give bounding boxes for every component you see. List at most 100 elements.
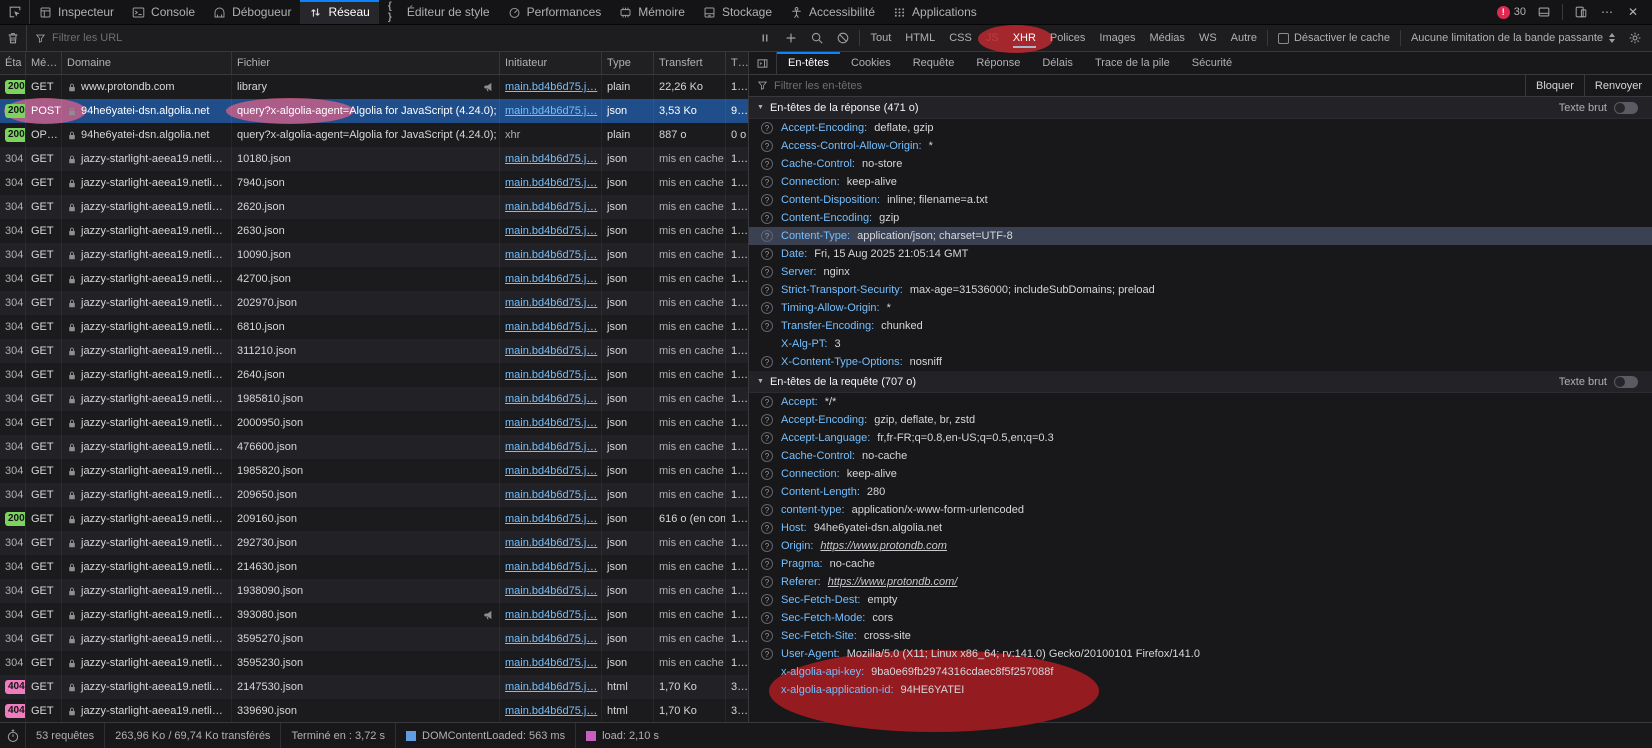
header-row[interactable]: ?Transfer-Encoding:chunked	[749, 317, 1652, 335]
header-row[interactable]: ?Content-Length:280	[749, 483, 1652, 501]
request-row[interactable]: 304GETjazzy-starlight-aeea19.netli…39308…	[0, 603, 748, 627]
block-url-button[interactable]	[830, 25, 856, 51]
column-header-7[interactable]: T…	[726, 52, 748, 74]
column-header-2[interactable]: Domaine	[62, 52, 232, 74]
pause-recording-button[interactable]	[752, 25, 778, 51]
raw-toggle-switch[interactable]	[1614, 376, 1638, 388]
initiator-link[interactable]: main.bd4b6d75.j…	[505, 225, 597, 237]
header-row[interactable]: ?Sec-Fetch-Dest:empty	[749, 591, 1652, 609]
column-header-0[interactable]: Éta	[0, 52, 26, 74]
header-row[interactable]: ?Host:94he6yatei-dsn.algolia.net	[749, 519, 1652, 537]
header-row[interactable]: ?X-Content-Type-Options:nosniff	[749, 353, 1652, 371]
header-row[interactable]: ?Accept-Language:fr,fr-FR;q=0.8,en-US;q=…	[749, 429, 1652, 447]
network-settings-button[interactable]	[1622, 25, 1648, 51]
resend-button[interactable]: Renvoyer	[1584, 75, 1652, 96]
column-header-1[interactable]: Mé…	[26, 52, 62, 74]
performance-analysis-button[interactable]	[0, 723, 26, 748]
type-filter-polices[interactable]: Polices	[1043, 29, 1092, 48]
header-value[interactable]: https://www.protondb.com	[820, 540, 947, 552]
header-row[interactable]: ?Accept-Encoding:gzip, deflate, br, zstd	[749, 411, 1652, 429]
toolbox-tab-stockage[interactable]: Stockage	[694, 0, 781, 24]
column-header-6[interactable]: Transfert	[654, 52, 726, 74]
request-row[interactable]: 304GETjazzy-starlight-aeea19.netli…10180…	[0, 147, 748, 171]
initiator-link[interactable]: main.bd4b6d75.j…	[505, 393, 597, 405]
new-request-button[interactable]	[778, 25, 804, 51]
split-console-button[interactable]	[1533, 1, 1555, 23]
toolbox-tab-inspecteur[interactable]: Inspecteur	[30, 0, 123, 24]
header-row[interactable]: x-algolia-api-key:9ba0e69fb2974316cdaec8…	[749, 663, 1652, 681]
initiator-link[interactable]: main.bd4b6d75.j…	[505, 297, 597, 309]
request-row[interactable]: 404GETjazzy-starlight-aeea19.netli…33969…	[0, 699, 748, 722]
initiator-link[interactable]: main.bd4b6d75.j…	[505, 657, 597, 669]
request-row[interactable]: 304GETjazzy-starlight-aeea19.netli…19858…	[0, 459, 748, 483]
request-row[interactable]: 200OP…94he6yatei-dsn.algolia.netquery?x-…	[0, 123, 748, 147]
type-filter-médias[interactable]: Médias	[1142, 29, 1191, 48]
column-header-3[interactable]: Fichier	[232, 52, 500, 74]
toolbox-tab-applications[interactable]: Applications	[884, 0, 986, 24]
toolbox-menu-button[interactable]: ⋯	[1596, 1, 1618, 23]
header-row[interactable]: ?Cache-Control:no-cache	[749, 447, 1652, 465]
header-row[interactable]: ?Origin:https://www.protondb.com	[749, 537, 1652, 555]
header-row[interactable]: ?User-Agent:Mozilla/5.0 (X11; Linux x86_…	[749, 645, 1652, 663]
headers-filter-input[interactable]	[774, 80, 1525, 92]
header-row[interactable]: ?Accept:*/*	[749, 393, 1652, 411]
initiator-link[interactable]: main.bd4b6d75.j…	[505, 633, 597, 645]
initiator-link[interactable]: main.bd4b6d75.j…	[505, 609, 597, 621]
type-filter-ws[interactable]: WS	[1192, 29, 1224, 48]
request-row[interactable]: 304GETjazzy-starlight-aeea19.netli…47660…	[0, 435, 748, 459]
header-row[interactable]: ?Content-Disposition:inline; filename=a.…	[749, 191, 1652, 209]
request-row[interactable]: 304GETjazzy-starlight-aeea19.netli…35952…	[0, 627, 748, 651]
header-row[interactable]: ?content-type:application/x-www-form-url…	[749, 501, 1652, 519]
header-row[interactable]: ?Connection:keep-alive	[749, 465, 1652, 483]
type-filter-css[interactable]: CSS	[942, 29, 979, 48]
toolbox-tab-console[interactable]: Console	[123, 0, 204, 24]
header-row[interactable]: ?Connection:keep-alive	[749, 173, 1652, 191]
request-row[interactable]: 304GETjazzy-starlight-aeea19.netli…20965…	[0, 483, 748, 507]
element-picker-button[interactable]	[0, 0, 30, 24]
initiator-link[interactable]: main.bd4b6d75.j…	[505, 417, 597, 429]
request-row[interactable]: 304GETjazzy-starlight-aeea19.netli…20009…	[0, 411, 748, 435]
toolbox-tab-debogueur[interactable]: Débogueur	[204, 0, 300, 24]
responsive-mode-button[interactable]	[1570, 1, 1592, 23]
request-row[interactable]: 304GETjazzy-starlight-aeea19.netli…19858…	[0, 387, 748, 411]
column-header-5[interactable]: Type	[602, 52, 654, 74]
close-devtools-button[interactable]: ✕	[1622, 1, 1644, 23]
initiator-link[interactable]: main.bd4b6d75.j…	[505, 105, 597, 117]
initiator-link[interactable]: main.bd4b6d75.j…	[505, 153, 597, 165]
request-row[interactable]: 304GETjazzy-starlight-aeea19.netli…20297…	[0, 291, 748, 315]
initiator-link[interactable]: main.bd4b6d75.j…	[505, 345, 597, 357]
request-row[interactable]: 304GETjazzy-starlight-aeea19.netli…7940.…	[0, 171, 748, 195]
url-filter-input[interactable]	[52, 32, 752, 44]
header-row[interactable]: ?Access-Control-Allow-Origin:*	[749, 137, 1652, 155]
request-row[interactable]: 200POST94he6yatei-dsn.algolia.netquery?x…	[0, 99, 748, 123]
header-row[interactable]: ?Content-Encoding:gzip	[749, 209, 1652, 227]
header-row[interactable]: ?Server:nginx	[749, 263, 1652, 281]
request-row[interactable]: 200GETwww.protondb.comlibrarymain.bd4b6d…	[0, 75, 748, 99]
request-row[interactable]: 304GETjazzy-starlight-aeea19.netli…31121…	[0, 339, 748, 363]
initiator-link[interactable]: main.bd4b6d75.j…	[505, 249, 597, 261]
disable-cache-control[interactable]: Désactiver le cache	[1271, 32, 1397, 44]
type-filter-html[interactable]: HTML	[898, 29, 942, 48]
header-row[interactable]: x-algolia-application-id:94HE6YATEI	[749, 681, 1652, 699]
search-button[interactable]	[804, 25, 830, 51]
details-tab-cookies[interactable]: Cookies	[840, 52, 902, 74]
toolbox-tab-performances[interactable]: Performances	[499, 0, 611, 24]
request-row[interactable]: 404GETjazzy-starlight-aeea19.netli…21475…	[0, 675, 748, 699]
type-filter-js[interactable]: JS	[979, 29, 1006, 48]
initiator-link[interactable]: main.bd4b6d75.j…	[505, 585, 597, 597]
request-row[interactable]: 200GETjazzy-starlight-aeea19.netli…20916…	[0, 507, 748, 531]
header-row[interactable]: ?Date:Fri, 15 Aug 2025 21:05:14 GMT	[749, 245, 1652, 263]
details-tab-requ-te[interactable]: Requête	[902, 52, 966, 74]
header-row[interactable]: ?Timing-Allow-Origin:*	[749, 299, 1652, 317]
details-tab-s-curit-[interactable]: Sécurité	[1181, 52, 1243, 74]
initiator-link[interactable]: main.bd4b6d75.j…	[505, 561, 597, 573]
initiator-link[interactable]: main.bd4b6d75.j…	[505, 321, 597, 333]
request-row[interactable]: 304GETjazzy-starlight-aeea19.netli…2620.…	[0, 195, 748, 219]
details-tab-en-t-tes[interactable]: En-têtes	[777, 52, 840, 74]
initiator-link[interactable]: main.bd4b6d75.j…	[505, 201, 597, 213]
header-row[interactable]: ?Sec-Fetch-Mode:cors	[749, 609, 1652, 627]
request-row[interactable]: 304GETjazzy-starlight-aeea19.netli…19380…	[0, 579, 748, 603]
details-tab-d-lais[interactable]: Délais	[1031, 52, 1084, 74]
toolbox-tab-reseau[interactable]: Réseau	[300, 0, 378, 24]
type-filter-autre[interactable]: Autre	[1224, 29, 1264, 48]
